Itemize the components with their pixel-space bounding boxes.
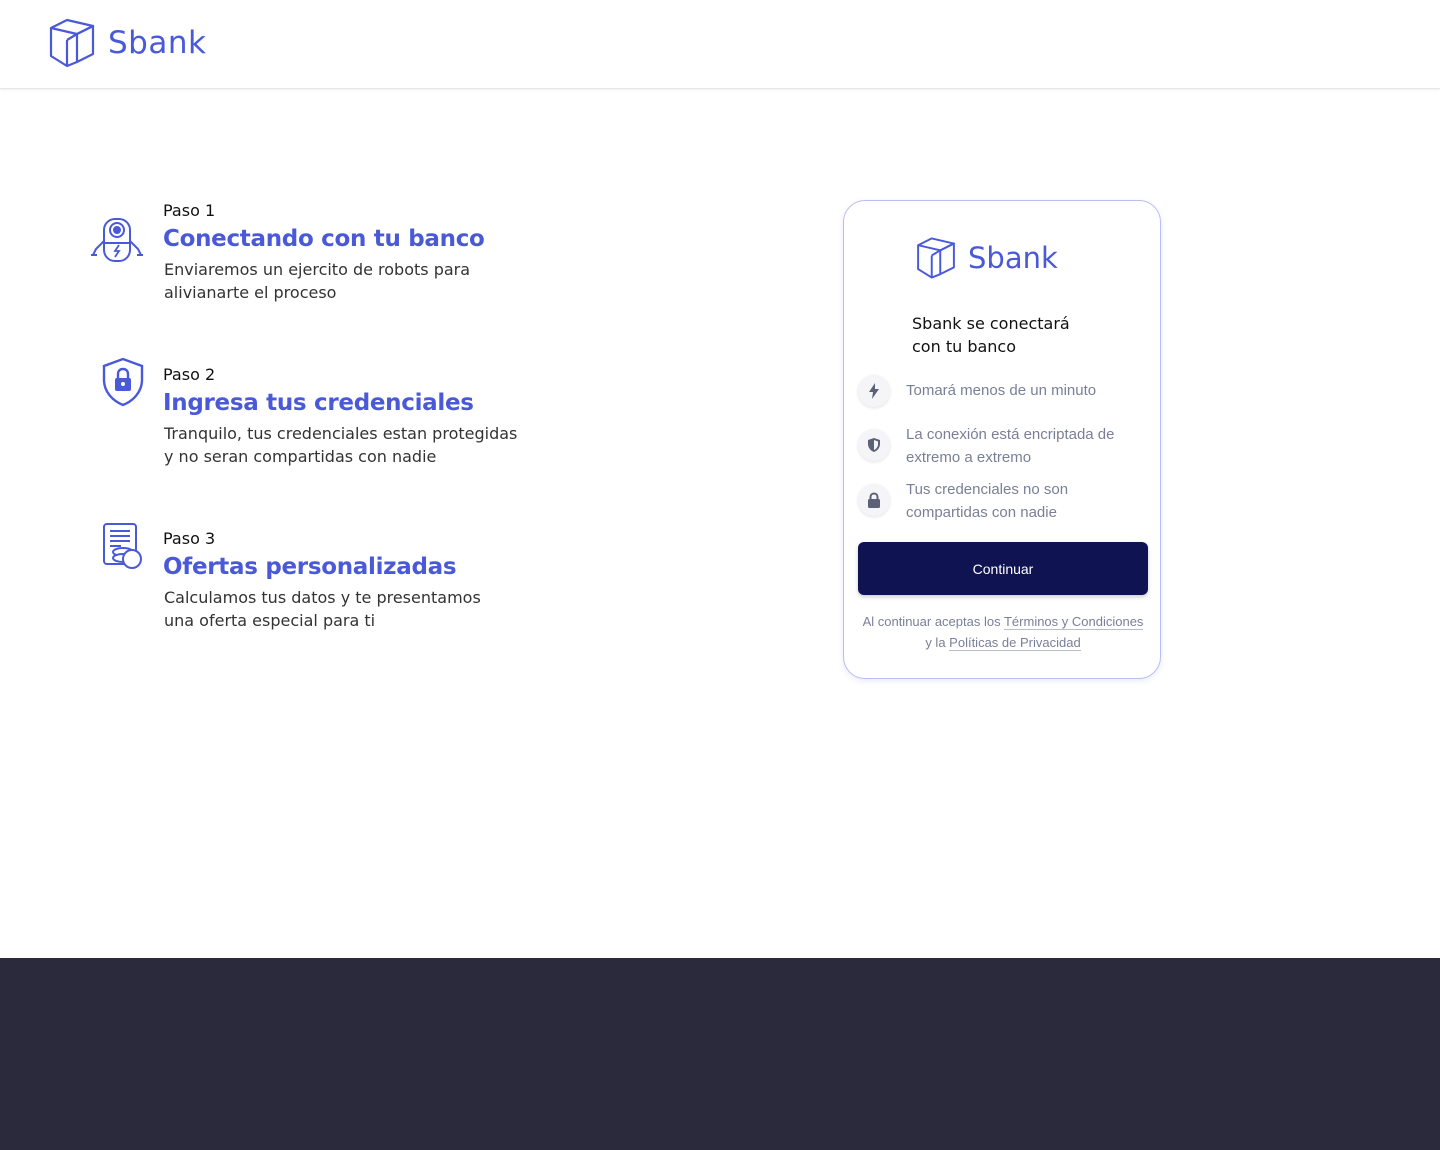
step-description: Tranquilo, tus credenciales estan proteg… [164, 422, 544, 468]
step-description-line: alivianarte el proceso [164, 283, 337, 302]
card-brand-name: Sbank [968, 241, 1058, 275]
step-title: Ingresa tus credenciales [163, 390, 474, 416]
page-footer [0, 958, 1440, 1150]
legal-text: Al continuar aceptas los Términos y Cond… [858, 611, 1148, 653]
step-description: Enviaremos un ejercito de robots para al… [164, 258, 544, 304]
step-title: Ofertas personalizadas [163, 554, 457, 580]
legal-prefix: Al continuar aceptas los [862, 614, 1001, 629]
feature-text: Tomará menos de un minuto [906, 382, 1097, 399]
step-description-line: Tranquilo, tus credenciales estan proteg… [164, 424, 518, 443]
continue-button[interactable]: Continuar [858, 542, 1148, 595]
step-label: Paso 3 [163, 529, 216, 548]
card-heading-line: Sbank se conectará [912, 314, 1070, 333]
card-brand-logo: Sbank [914, 235, 1058, 281]
privacy-link[interactable]: Políticas de Privacidad [949, 635, 1081, 651]
step-label: Paso 1 [163, 201, 216, 220]
brand-logo[interactable]: Sbank [48, 16, 206, 70]
lightning-icon [858, 375, 890, 407]
robot-icon [91, 218, 143, 262]
feature-text: La conexión está encriptada de extremo a… [906, 426, 1115, 466]
step-label: Paso 2 [163, 365, 216, 384]
top-header: Sbank [0, 0, 1440, 89]
step-description-line: y no seran compartidas con nadie [164, 447, 437, 466]
step-description-line: una oferta especial para ti [164, 611, 376, 630]
brand-name: Sbank [108, 25, 207, 61]
document-coins-icon [103, 523, 142, 569]
step-description: Calculamos tus datos y te presentamos un… [164, 586, 544, 632]
step-title: Conectando con tu banco [163, 226, 485, 252]
feature-text: Tus credenciales no son compartidas con … [906, 481, 1069, 521]
box-logo-icon [917, 237, 955, 279]
lock-icon [858, 484, 890, 516]
card-heading-line: con tu banco [912, 337, 1016, 356]
step-description-line: Enviaremos un ejercito de robots para [164, 260, 471, 279]
terms-link[interactable]: Términos y Condiciones [1003, 614, 1144, 630]
step-description-line: Calculamos tus datos y te presentamos [164, 588, 481, 607]
card-heading: Sbank se conectará con tu banco [912, 312, 1112, 358]
shield-lock-icon [102, 357, 144, 407]
shield-icon [858, 429, 890, 461]
legal-middle: y la [925, 635, 946, 650]
box-logo-icon [49, 18, 95, 68]
connect-card: Sbank Sbank se conectará con tu banco To… [843, 200, 1161, 679]
